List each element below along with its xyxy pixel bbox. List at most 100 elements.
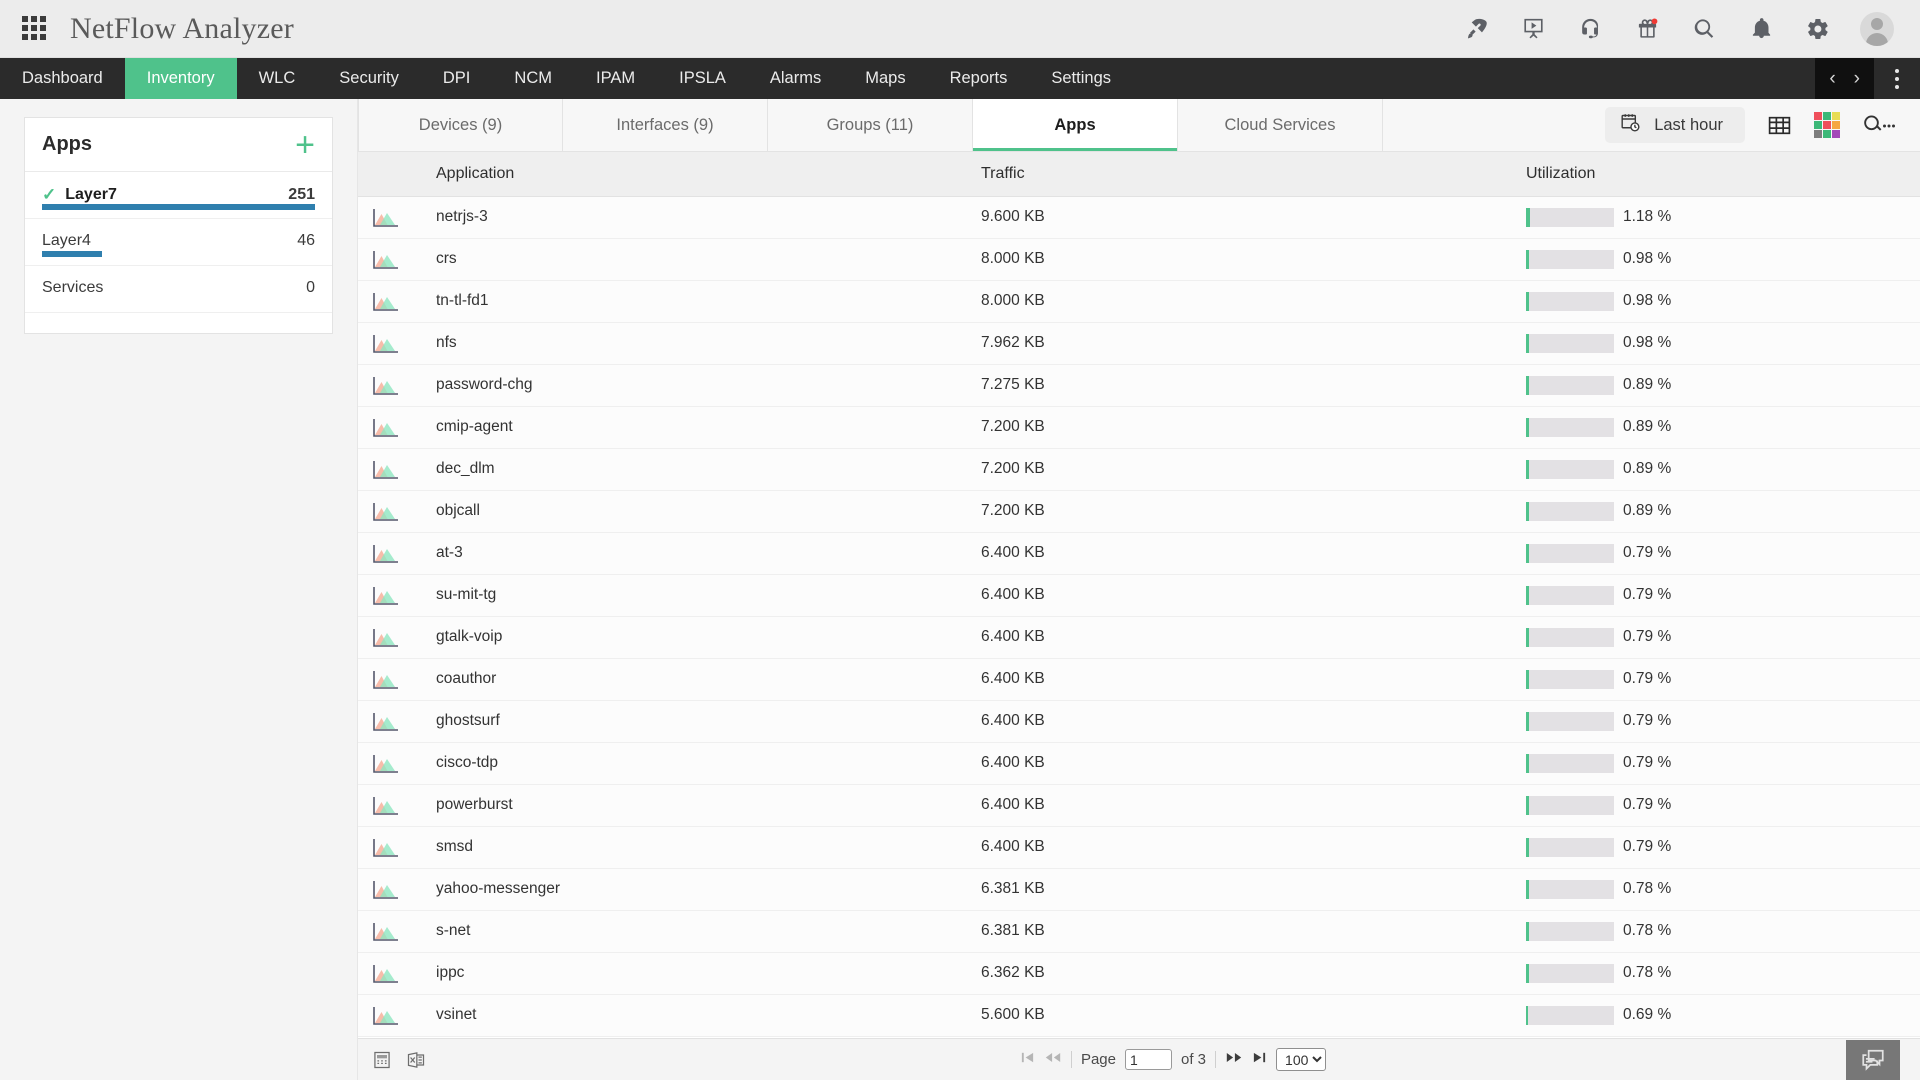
utilization-track [1526,543,1614,563]
nav-item-maps[interactable]: Maps [843,58,927,99]
cell-application: gtalk-voip [436,628,503,645]
sidebar-item-layer4[interactable]: Layer4 46 [25,219,332,266]
nav-item-ipam[interactable]: IPAM [574,58,657,99]
utilization-bar: 0.79 % [1526,627,1920,647]
table-row[interactable]: smsd 6.400 KB 0.79 % [358,826,1920,868]
add-app-button[interactable]: + [295,128,315,162]
next-page-button[interactable] [1225,1050,1243,1069]
table-row[interactable]: password-chg 7.275 KB 0.89 % [358,364,1920,406]
nav-item-ncm[interactable]: NCM [492,58,574,99]
apps-panel-footer [25,313,332,333]
sidebar-bar-fill [42,251,103,257]
table-row[interactable]: crs 8.000 KB 0.98 % [358,238,1920,280]
table-row[interactable]: tn-tl-fd1 8.000 KB 0.98 % [358,280,1920,322]
utilization-track [1526,669,1614,689]
nav-item-dashboard[interactable]: Dashboard [0,58,125,99]
table-row[interactable]: su-mit-tg 6.400 KB 0.79 % [358,574,1920,616]
utilization-value: 0.78 % [1623,964,1672,981]
utilization-bar: 0.69 % [1526,1005,1920,1025]
utilization-fill [1526,333,1530,353]
apps-table: Application Traffic Utilization netrjs-3… [358,152,1920,1037]
sidebar-item-count: 0 [306,279,315,296]
table-row[interactable]: yahoo-messenger 6.381 KB 0.78 % [358,868,1920,910]
nav-item-inventory[interactable]: Inventory [124,58,237,99]
cell-utilization: 0.98 % [1526,322,1920,364]
chevron-left-icon[interactable]: ‹ [1829,69,1835,88]
table-row[interactable]: nfs 7.962 KB 0.98 % [358,322,1920,364]
heatmap-view-icon[interactable] [1814,112,1840,138]
utilization-track [1526,1005,1614,1025]
table-row[interactable]: ghostsurf 6.400 KB 0.79 % [358,700,1920,742]
tab-apps[interactable]: Apps [973,99,1178,151]
table-row[interactable]: objcall 7.200 KB 0.89 % [358,490,1920,532]
cell-application: objcall [436,502,480,519]
presentation-icon[interactable] [1518,14,1548,44]
column-icon [358,152,436,197]
table-row[interactable]: s-net 6.381 KB 0.78 % [358,910,1920,952]
utilization-bar: 0.79 % [1526,669,1920,689]
utilization-value: 0.98 % [1623,334,1672,351]
nav-item-dpi[interactable]: DPI [421,58,493,99]
utilization-value: 0.79 % [1623,796,1672,813]
first-page-button[interactable] [1020,1050,1035,1069]
table-row[interactable]: gtalk-voip 6.400 KB 0.79 % [358,616,1920,658]
table-row[interactable]: coauthor 6.400 KB 0.79 % [358,658,1920,700]
tab-cloud-services[interactable]: Cloud Services [1178,99,1383,151]
table-view-icon[interactable] [1767,113,1792,138]
table-body: netrjs-3 9.600 KB 1.18 % crs 8.000 KB 0.98 % t… [358,196,1920,1036]
table-row[interactable]: dec_dlm 7.200 KB 0.89 % [358,448,1920,490]
gift-icon[interactable] [1632,14,1662,44]
utilization-value: 0.98 % [1623,250,1672,267]
excel-export-icon[interactable] [406,1050,426,1070]
row-icon-cell [358,658,436,700]
nav-overflow-menu-icon[interactable] [1874,58,1920,99]
bell-icon[interactable] [1746,14,1776,44]
cell-traffic: 6.400 KB [981,544,1045,561]
chevron-right-icon[interactable]: › [1854,69,1860,88]
nav-item-reports[interactable]: Reports [928,58,1030,99]
last-page-button[interactable] [1252,1050,1267,1069]
table-row[interactable]: powerburst 6.400 KB 0.79 % [358,784,1920,826]
table-row[interactable]: cmip-agent 7.200 KB 0.89 % [358,406,1920,448]
sidebar-item-layer7[interactable]: ✓ Layer7 251 [25,172,332,219]
main-content: Devices (9) Interfaces (9) Groups (11) A… [357,99,1920,1080]
table-row[interactable]: netrjs-3 9.600 KB 1.18 % [358,196,1920,238]
cell-traffic: 8.000 KB [981,292,1045,309]
nav-item-wlc[interactable]: WLC [237,58,318,99]
cell-traffic: 7.275 KB [981,376,1045,393]
sidebar-bar-track [42,204,315,210]
page-size-select[interactable]: 2550100200 [1276,1048,1327,1071]
page-number-input[interactable] [1125,1049,1172,1070]
utilization-value: 0.89 % [1623,460,1672,477]
tab-groups[interactable]: Groups (11) [768,99,973,151]
table-header: Application Traffic Utilization [358,152,1920,197]
table-row[interactable]: vsinet 5.600 KB 0.69 % [358,994,1920,1036]
headset-icon[interactable] [1575,14,1605,44]
tab-devices[interactable]: Devices (9) [358,99,563,151]
time-range-selector[interactable]: Last hour [1605,107,1745,143]
grid-apps-icon[interactable] [22,15,48,42]
avatar[interactable] [1860,11,1894,46]
search-more-icon[interactable] [1862,113,1896,137]
rocket-icon[interactable] [1461,14,1491,44]
gear-icon[interactable] [1803,14,1833,44]
prev-page-button[interactable] [1044,1050,1062,1069]
nav-item-security[interactable]: Security [317,58,421,99]
sidebar-item-services[interactable]: Services 0 [25,266,332,313]
utilization-track [1526,837,1614,857]
nav-item-ipsla[interactable]: IPSLA [657,58,748,99]
table-row[interactable]: cisco-tdp 6.400 KB 0.79 % [358,742,1920,784]
sidebar-item-label: Layer7 [65,186,117,203]
nav-item-alarms[interactable]: Alarms [748,58,843,99]
nav-item-settings[interactable]: Settings [1029,58,1133,99]
pdf-export-icon[interactable] [372,1050,392,1070]
tab-interfaces[interactable]: Interfaces (9) [563,99,768,151]
search-icon[interactable] [1689,14,1719,44]
table-row[interactable]: at-3 6.400 KB 0.79 % [358,532,1920,574]
table-row[interactable]: ippc 6.362 KB 0.78 % [358,952,1920,994]
chat-feedback-icon[interactable] [1846,1040,1900,1080]
utilization-value: 0.79 % [1623,628,1672,645]
utilization-value: 0.89 % [1623,376,1672,393]
utilization-track [1526,753,1614,773]
area-chart-icon [372,921,398,942]
